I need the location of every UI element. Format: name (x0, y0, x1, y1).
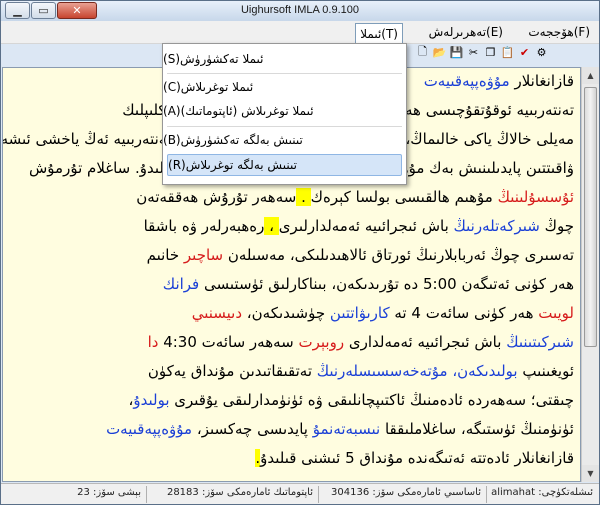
scroll-thumb[interactable] (584, 87, 597, 347)
text-segment: چوڭ (544, 217, 574, 235)
scroll-up-arrow[interactable]: ▲ (582, 67, 599, 84)
misspelled-word[interactable]: ساچىر (184, 246, 223, 264)
text-segment: باش ئىجرائىيە ئەمەلدارلىرى (278, 217, 449, 235)
text-segment: رەھبەرلەر ۋە باشقا (143, 217, 265, 235)
toolbar: 🗋 📂 💾 ✂ ❐ 📋 ✔ ⚙ (415, 45, 549, 63)
text-segment: تەسىرى چوڭ ئەربابلارنىڭ ئورتاق ئالاھىدىل… (223, 246, 574, 264)
menu-file[interactable]: ھۆججەت(F) (524, 23, 594, 41)
suggested-word[interactable]: فرانك (163, 275, 199, 293)
status-user: ئىشلەتكۈچى: alimahat (491, 487, 593, 498)
text-segment: تەتقىقاتىدىن مۇنداق يەكۈن (147, 362, 317, 380)
editor-line: ئۇسسۇلىنىڭ مۇھىم ھالقىسى بولسا كېرەك . س… (136, 188, 574, 206)
text-segment: ھەر كۈنى سائەت 4 تە (389, 304, 539, 322)
status-bar: ئىشلەتكۈچى: alimahat ئاساسىي ئامارەمكى س… (1, 483, 599, 504)
text-segment: مۇھىم ھالقىسى بولسا كېرەك (310, 188, 498, 206)
menu-item-punct-correct[interactable]: تىنىش بەلگە توغرىلاش(R) (167, 154, 402, 176)
misspelled-word[interactable]: روبېرت (298, 333, 344, 351)
text-segment: ھەر كۈنى ئەتىگەن 5:00 دە تۇرىدىكەن، بىنا… (199, 275, 574, 293)
editor-line: چىقتى؛ سەھەردە ئادەمنىڭ ئاكتىپچانلىقى ۋە… (129, 391, 574, 409)
text-segment: سەھەر سائەت 4:30 (158, 333, 299, 351)
menu-item-spell-check[interactable]: ئىملا تەكشۈرۈش(S) (163, 48, 406, 70)
punctuation-highlight[interactable]: ، (264, 217, 279, 235)
save-icon[interactable]: 💾 (449, 45, 464, 60)
status-auto-words: ئاپتوماتىك ئامارەمكى سۆز: 28183 (166, 487, 313, 498)
spell-icon[interactable]: ✔ (517, 45, 532, 60)
misspelled-word[interactable]: لويىت (538, 304, 574, 322)
suggested-word[interactable]: بولىدۇ (133, 391, 169, 409)
suggested-word[interactable]: نىسبەتەنمۇ (313, 420, 380, 438)
scroll-down-arrow[interactable]: ▼ (582, 465, 599, 482)
text-segment: پايدىسى چەكسىز، (192, 420, 313, 438)
suggested-word[interactable]: مۇۋەپپەقىيەت (106, 420, 192, 438)
new-file-icon[interactable]: 🗋 (415, 45, 430, 60)
suggested-word[interactable]: مۇۋەپپەقىيەت (424, 72, 515, 90)
editor-line: قازانغانلار ئادەتتە ئەتىگەندە مۇنداق 5 ئ… (255, 449, 574, 467)
text-segment: ئۈنۈمنىڭ ئۈستىگە، ساغلاملىققا (380, 420, 574, 438)
copy-icon[interactable]: ❐ (483, 45, 498, 60)
suggested-word[interactable]: مۇتەخەسسىسلەرنىڭ (317, 362, 448, 380)
editor-line: قازانغانلار مۇۋەپپەقىيەت (424, 72, 574, 90)
paste-icon[interactable]: 📋 (500, 45, 515, 60)
cut-icon[interactable]: ✂ (466, 45, 481, 60)
menu-item-spell-correct-auto[interactable]: ئىملا توغرىلاش (ئاپتوماتىك)(A) (163, 100, 406, 122)
text-segment: قازانغانلار ئادەتتە ئەتىگەندە مۇنداق 5 ئ… (260, 449, 574, 467)
title-bar[interactable]: ▁ ▭ ✕ Uighursoft IMLA 0.9.100 (1, 1, 599, 21)
misspelled-word[interactable]: ئۇسسۇلىنىڭ (498, 188, 574, 206)
menu-item-spell-correct[interactable]: ئىملا توغرىلاش(C) (163, 76, 406, 98)
status-word-count: بېشى سۆز: 23 (77, 487, 141, 498)
suggested-word[interactable]: بولىدىكەن، (448, 362, 517, 380)
editor-line: ئۈنۈمنىڭ ئۈستىگە، ساغلاملىققا نىسبەتەنمۇ… (106, 420, 574, 438)
suggested-word[interactable]: شىركىتىنىڭ (506, 333, 574, 351)
text-segment: باش ئىجرائىيە ئەمەلدارى (344, 333, 507, 351)
text-segment: مەيلى خالاڭ ياكى خالىماڭ (410, 130, 574, 148)
text-segment: خانىم (146, 246, 184, 264)
menu-edit[interactable]: تەھرىرلەش(E) (425, 23, 507, 41)
editor-line: تەسىرى چوڭ ئەربابلارنىڭ ئورتاق ئالاھىدىل… (147, 246, 574, 264)
spell-dropdown-menu: ئىملا تەكشۈرۈش(S) ئىملا توغرىلاش(C) ئىمل… (162, 43, 407, 185)
suggested-word[interactable]: كارىۋاتتىن (330, 304, 390, 322)
text-segment: ئويغىنىپ (517, 362, 574, 380)
editor-line: شىركىتىنىڭ باش ئىجرائىيە ئەمەلدارى روبېر… (148, 333, 574, 351)
vertical-scrollbar[interactable]: ▲ ▼ (581, 67, 599, 482)
menu-item-punct-check[interactable]: تىنىش بەلگە تەكشۈرۈش(B) (163, 129, 406, 151)
editor-line: لويىت ھەر كۈنى سائەت 4 تە كارىۋاتتىن چۈش… (192, 304, 574, 322)
misspelled-word[interactable]: دا (148, 333, 159, 351)
menu-bar: ھۆججەت(F) تەھرىرلەش(E) ئىملا(T) (1, 21, 599, 44)
editor-line: ھەر كۈنى ئەتىگەن 5:00 دە تۇرىدىكەن، بىنا… (163, 275, 574, 293)
settings-icon[interactable]: ⚙ (534, 45, 549, 60)
window-title: Uighursoft IMLA 0.9.100 (240, 4, 359, 16)
status-base-words: ئاساسىي ئامارەمكى سۆز: 304136 (331, 487, 481, 498)
misspelled-word[interactable]: دىيسنىي (192, 304, 242, 322)
text-segment: قازانغانلار (514, 72, 574, 90)
text-segment: سەھەر تۇرۇش ھەققەتەن (136, 188, 297, 206)
app-window: ▁ ▭ ✕ Uighursoft IMLA 0.9.100 ھۆججەت(F) … (0, 0, 600, 505)
editor-line: چوڭ شىركەتلەرنىڭ باش ئىجرائىيە ئەمەلدارل… (144, 217, 574, 235)
text-segment: چىقتى؛ سەھەردە ئادەمنىڭ ئاكتىپچانلىقى ۋە… (169, 391, 574, 409)
suggested-word[interactable]: شىركەتلەرنىڭ (449, 217, 545, 235)
open-folder-icon[interactable]: 📂 (432, 45, 447, 60)
punctuation-highlight[interactable]: . (296, 188, 311, 206)
text-segment: چۈشىدىكەن، (242, 304, 330, 322)
menu-spell[interactable]: ئىملا(T) (355, 23, 403, 43)
editor-line: ئويغىنىپ بولىدىكەن، مۇتەخەسسىسلەرنىڭ تەت… (148, 362, 574, 380)
